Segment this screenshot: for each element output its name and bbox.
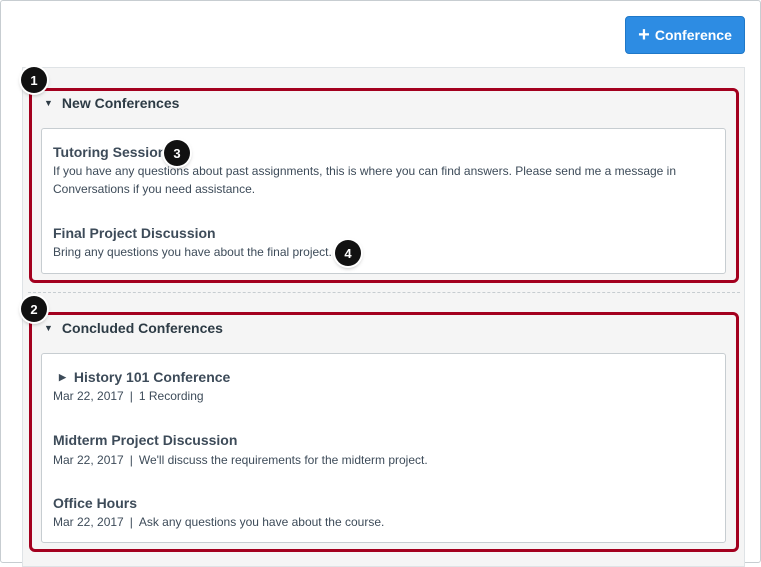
callout-highlight-concluded <box>29 312 739 552</box>
section-divider <box>28 292 740 293</box>
add-conference-button[interactable]: + Conference <box>625 16 745 54</box>
callout-badge-1: 1 <box>21 67 47 93</box>
callout-badge-3: 3 <box>164 140 190 166</box>
callout-highlight-new <box>29 88 739 283</box>
callout-badge-4: 4 <box>335 240 361 266</box>
plus-icon: + <box>638 24 650 46</box>
callout-badge-2: 2 <box>21 296 47 322</box>
add-conference-label: Conference <box>654 27 732 43</box>
